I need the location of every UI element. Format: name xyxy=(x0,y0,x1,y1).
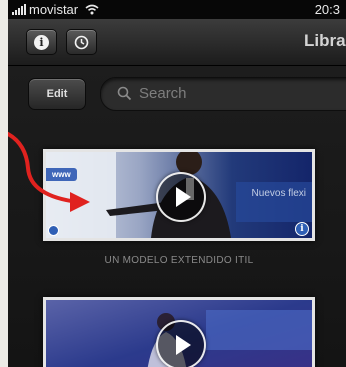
info-button[interactable]: i xyxy=(26,29,57,55)
video-title[interactable]: UN MODELO EXTENDIDO ITIL xyxy=(43,255,315,266)
video-info-icon[interactable]: i xyxy=(295,222,309,236)
play-button[interactable] xyxy=(156,172,206,222)
search-row: Edit Search xyxy=(8,66,346,126)
history-button[interactable] xyxy=(66,29,97,55)
search-input[interactable]: Search xyxy=(100,77,346,111)
carrier-name: movistar xyxy=(29,2,79,17)
globe-icon xyxy=(48,225,59,236)
phone-screen: movistar 20:3 i Libra Edit Search www Nu… xyxy=(8,0,346,367)
play-button[interactable] xyxy=(156,320,206,367)
annotation-arrow-icon xyxy=(8,132,90,212)
signal-icon xyxy=(12,4,26,15)
search-placeholder: Search xyxy=(139,85,187,102)
wifi-icon xyxy=(85,4,99,15)
carrier-group: movistar xyxy=(12,2,99,17)
page-title: Libra xyxy=(304,31,346,50)
history-icon xyxy=(74,35,89,49)
search-icon xyxy=(117,86,132,101)
top-toolbar: i Libra xyxy=(8,19,346,66)
thumbnail-overlay-text: Nuevos flexi xyxy=(251,188,306,199)
status-bar: movistar 20:3 xyxy=(8,0,346,19)
edit-button[interactable]: Edit xyxy=(28,78,86,110)
info-icon: i xyxy=(34,34,49,50)
status-time: 20:3 xyxy=(314,2,340,17)
video-card[interactable] xyxy=(43,297,315,367)
